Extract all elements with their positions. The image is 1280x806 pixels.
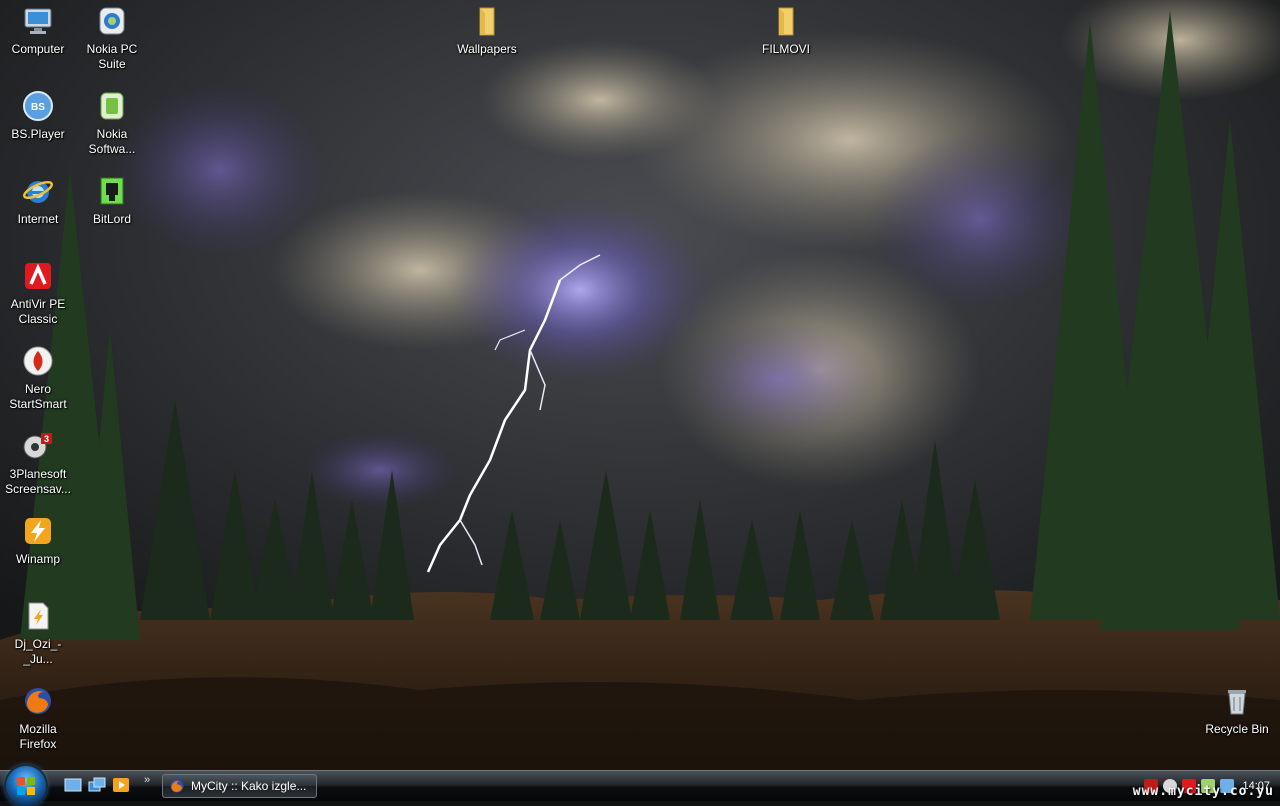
desktop-icon-nokia-pc-suite[interactable]: Nokia PC Suite bbox=[74, 2, 150, 72]
nero-flame-icon bbox=[21, 344, 55, 378]
nokia-software-icon bbox=[95, 89, 129, 123]
desktop-icon-nokia-software[interactable]: Nokia Softwa... bbox=[74, 87, 150, 157]
watermark-text: www.mycity.co.yu bbox=[1132, 784, 1274, 799]
desktop-icon-filmovi-folder[interactable]: FILMOVI bbox=[748, 2, 824, 57]
antivir-icon bbox=[21, 259, 55, 293]
desktop-icon-3planesoft[interactable]: 3 3Planesoft Screensav... bbox=[0, 427, 76, 497]
taskbar-window-firefox[interactable]: MyCity :: Kako izgle... bbox=[162, 774, 317, 798]
internet-explorer-icon bbox=[21, 174, 55, 208]
switch-windows-icon[interactable] bbox=[88, 777, 106, 793]
computer-icon bbox=[21, 4, 55, 38]
media-player-icon[interactable] bbox=[112, 777, 130, 793]
desktop-icon-dj-ozi-file[interactable]: Dj_Ozi_-_Ju... bbox=[0, 597, 76, 667]
firefox-icon bbox=[21, 684, 55, 718]
desktop-icon-antivir[interactable]: AntiVir PE Classic bbox=[0, 257, 76, 327]
svg-text:3: 3 bbox=[44, 434, 49, 444]
desktop-icon-internet[interactable]: Internet bbox=[0, 172, 76, 227]
desktop-icon-computer[interactable]: Computer bbox=[0, 2, 76, 57]
svg-text:BS: BS bbox=[31, 102, 45, 113]
recycle-bin-icon bbox=[1220, 684, 1254, 718]
storm-forest-wallpaper-art bbox=[0, 0, 1280, 770]
winamp-bolt-icon bbox=[21, 514, 55, 548]
start-button[interactable] bbox=[6, 766, 46, 806]
bitlord-icon bbox=[95, 174, 129, 208]
taskbar-window-title: MyCity :: Kako izgle... bbox=[191, 779, 307, 793]
bsplayer-icon: BS bbox=[21, 89, 55, 123]
firefox-icon bbox=[170, 779, 184, 793]
desktop-icon-winamp[interactable]: Winamp bbox=[0, 512, 76, 567]
desktop-icon-wallpapers-folder[interactable]: Wallpapers bbox=[449, 2, 525, 57]
taskbar: » MyCity :: Kako izgle... 14:07 www.myci… bbox=[0, 766, 1280, 806]
desktop-wallpaper bbox=[0, 0, 1280, 770]
desktop-icon-firefox[interactable]: Mozilla Firefox bbox=[0, 682, 76, 752]
desktop-icon-bitlord[interactable]: BitLord bbox=[74, 172, 150, 227]
show-desktop-icon[interactable] bbox=[64, 777, 82, 793]
quick-launch-more-chevron-icon[interactable]: » bbox=[144, 774, 150, 786]
nokia-pc-suite-icon bbox=[95, 4, 129, 38]
desktop-icon-recycle-bin[interactable]: Recycle Bin bbox=[1199, 682, 1275, 737]
folder-icon bbox=[769, 4, 803, 38]
desktop-icon-bsplayer[interactable]: BS BS.Player bbox=[0, 87, 76, 142]
audio-file-icon bbox=[21, 599, 55, 633]
folder-icon bbox=[470, 4, 504, 38]
windows-logo-icon bbox=[17, 777, 35, 795]
desktop-icon-nero[interactable]: Nero StartSmart bbox=[0, 342, 76, 412]
3planesoft-icon: 3 bbox=[21, 429, 55, 463]
